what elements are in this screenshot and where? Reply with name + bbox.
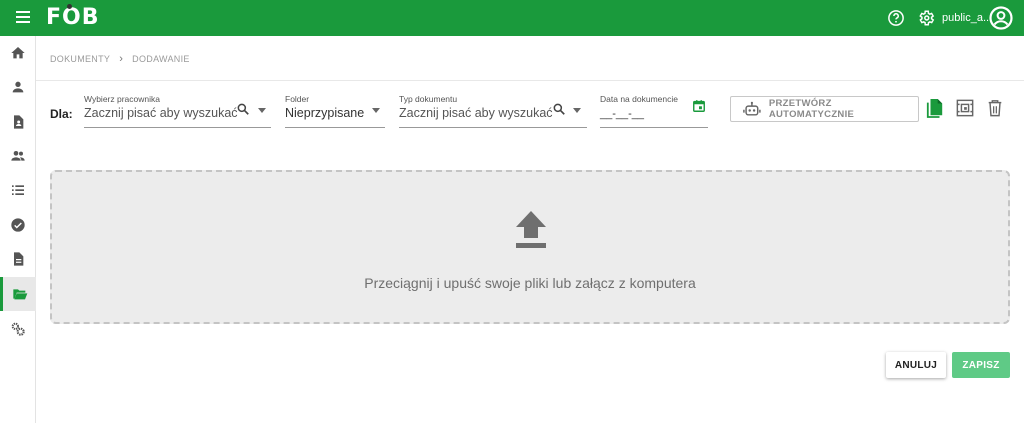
sidebar-item-home[interactable] xyxy=(0,36,36,70)
sidebar-item-folders[interactable] xyxy=(0,277,36,311)
employee-field-label: Wybierz pracownika xyxy=(84,94,160,104)
sidebar-item-documents[interactable] xyxy=(0,242,36,276)
breadcrumb-adding: DODAWANIE xyxy=(132,54,190,64)
help-icon[interactable] xyxy=(887,9,905,27)
dropzone-text: Przeciągnij i upuść swoje pliki lub załą… xyxy=(364,275,696,291)
document-date-field[interactable]: Data na dokumencie __-__-__ xyxy=(600,94,708,128)
menu-icon[interactable] xyxy=(16,11,30,25)
document-type-label: Typ dokumentu xyxy=(399,94,458,104)
employee-field[interactable]: Wybierz pracownika Zacznij pisać aby wys… xyxy=(84,94,271,128)
sidebar-item-employee-documents[interactable] xyxy=(0,105,36,139)
sidebar xyxy=(0,36,36,423)
username[interactable]: public_a... xyxy=(942,12,992,24)
person-icon xyxy=(12,81,24,93)
search-icon[interactable] xyxy=(236,102,250,116)
for-label: Dla: xyxy=(50,107,73,121)
chevron-down-icon[interactable] xyxy=(258,108,266,113)
home-icon xyxy=(11,47,25,59)
breadcrumb-documents[interactable]: DOKUMENTY xyxy=(50,54,110,64)
sidebar-item-list[interactable] xyxy=(0,173,36,207)
sidebar-item-settings[interactable] xyxy=(0,312,36,346)
document-icon xyxy=(14,252,24,266)
employee-search-input[interactable]: Zacznij pisać aby wyszukać xyxy=(84,106,238,120)
trash-icon[interactable] xyxy=(986,98,1004,118)
folder-value[interactable]: Nieprzypisane xyxy=(285,106,364,120)
breadcrumb: DOKUMENTY › DODAWANIE xyxy=(50,53,190,65)
list-icon xyxy=(12,185,24,195)
folder-select[interactable]: Folder Nieprzypisane xyxy=(285,94,385,128)
settings-gears-icon xyxy=(11,322,25,336)
chevron-down-icon[interactable] xyxy=(372,108,380,113)
account-circle-icon[interactable] xyxy=(989,6,1013,30)
file-dropzone[interactable]: Przeciągnij i upuść swoje pliki lub załą… xyxy=(50,170,1010,324)
save-button[interactable]: ZAPISZ xyxy=(952,352,1010,378)
calendar-icon[interactable] xyxy=(692,99,706,113)
document-person-icon xyxy=(14,115,24,129)
people-icon xyxy=(11,151,25,161)
document-type-field[interactable]: Typ dokumentu Zacznij pisać aby wyszukać xyxy=(399,94,587,128)
sidebar-item-tasks[interactable] xyxy=(0,208,36,242)
copy-document-icon[interactable] xyxy=(926,98,944,118)
check-circle-icon xyxy=(11,218,25,232)
chevron-down-icon[interactable] xyxy=(573,108,581,113)
document-type-search-input[interactable]: Zacznij pisać aby wyszukać xyxy=(399,106,553,120)
top-bar: FOB public_a... xyxy=(0,0,1024,36)
process-automatically-button[interactable]: PRZETWÓRZ AUTOMATYCZNIE xyxy=(730,96,919,122)
process-automatically-label: PRZETWÓRZ AUTOMATYCZNIE xyxy=(768,98,855,120)
folder-open-icon xyxy=(12,289,27,300)
app-logo[interactable]: FOB xyxy=(46,4,100,30)
sidebar-item-people[interactable] xyxy=(0,139,36,173)
folder-field-label: Folder xyxy=(285,94,310,104)
document-date-input[interactable]: __-__-__ xyxy=(600,108,644,120)
divider xyxy=(36,80,1024,81)
robot-icon xyxy=(743,101,761,116)
gear-icon[interactable] xyxy=(917,9,935,27)
sidebar-item-person[interactable] xyxy=(0,70,36,104)
scan-icon[interactable] xyxy=(956,98,974,118)
document-date-label: Data na dokumencie xyxy=(600,94,678,104)
chevron-right-icon: › xyxy=(119,53,124,65)
search-icon[interactable] xyxy=(552,102,566,116)
upload-icon xyxy=(516,211,546,248)
cancel-button[interactable]: ANULUJ xyxy=(886,352,946,378)
